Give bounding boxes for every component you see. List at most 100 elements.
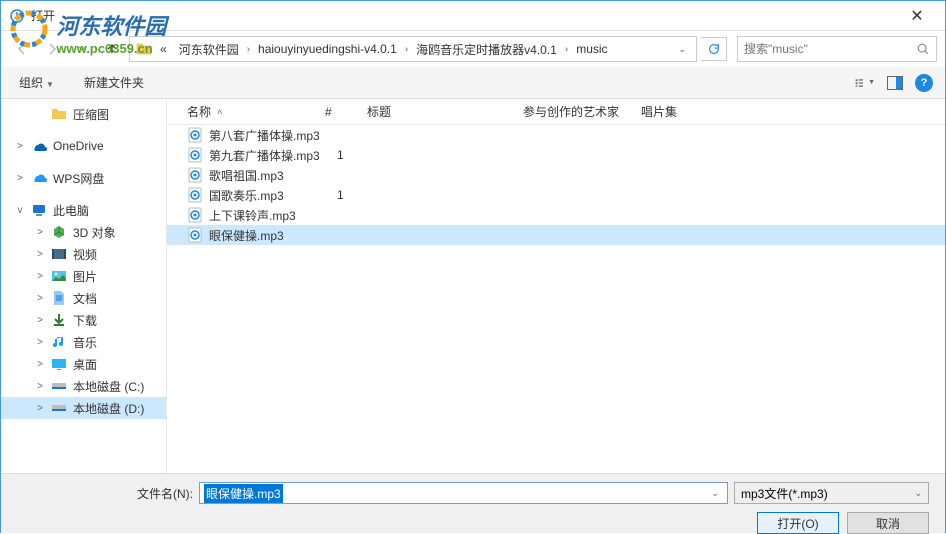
view-options-button[interactable]: ▼ [855,73,875,93]
tree-item-disk[interactable]: >本地磁盘 (C:) [1,375,166,397]
column-name[interactable]: 名称˄ [167,99,315,124]
tree-item-disk[interactable]: >本地磁盘 (D:) [1,397,166,419]
tree-item-3d[interactable]: >3D 对象 [1,221,166,243]
pictures-icon [51,268,67,284]
column-artist[interactable]: 参与创作的艺术家 [513,99,631,124]
column-number[interactable]: # [315,99,357,124]
chevron-down-icon: ⌄ [914,488,922,499]
tree-label: 视频 [73,246,97,263]
organize-menu[interactable]: 组织▼ [13,70,60,95]
bottom-bar: 文件名(N): 眼保健操.mp3 ⌄ mp3文件(*.mp3) ⌄ 打开(O) … [1,473,945,533]
audio-file-icon [187,207,203,223]
crumb-prefix: « [156,40,171,58]
file-row[interactable]: 第九套广播体操.mp31 [167,145,945,165]
tree-item-desktop[interactable]: >桌面 [1,353,166,375]
column-album[interactable]: 唱片集 [631,99,731,124]
file-name: 上下课铃声.mp3 [209,207,331,224]
3d-icon [51,224,67,240]
chevron-right-icon: › [565,44,568,55]
tree-item-pictures[interactable]: >图片 [1,265,166,287]
tree-label: WPS网盘 [53,170,104,187]
tree-item-wps[interactable]: >WPS网盘 [1,167,166,189]
close-button[interactable]: ✕ [897,2,937,30]
filetype-filter[interactable]: mp3文件(*.mp3) ⌄ [734,482,929,504]
breadcrumb[interactable]: 河东软件园 [175,39,243,60]
disk-icon [51,378,67,394]
search-input[interactable] [744,42,916,56]
tree-label: OneDrive [53,139,104,153]
tree-item-onedrive[interactable]: >OneDrive [1,135,166,157]
file-row[interactable]: 歌唱祖国.mp3 [167,165,945,185]
filename-label: 文件名(N): [137,485,193,502]
file-row[interactable]: 上下课铃声.mp3 [167,205,945,225]
file-name: 第八套广播体操.mp3 [209,127,331,144]
tree-label: 压缩图 [73,106,109,123]
open-button[interactable]: 打开(O) [757,512,839,534]
downloads-icon [51,312,67,328]
audio-file-icon [187,167,203,183]
video-icon [51,246,67,262]
docs-icon [51,290,67,306]
file-name: 第九套广播体操.mp3 [209,147,331,164]
tree-item-docs[interactable]: >文档 [1,287,166,309]
tree-item-video[interactable]: >视频 [1,243,166,265]
tree-label: 音乐 [73,334,97,351]
titlebar: 打开 ✕ [1,1,945,31]
file-row[interactable]: 第八套广播体操.mp3 [167,125,945,145]
tree-label: 此电脑 [53,202,89,219]
disk-icon [51,400,67,416]
tree-label: 本地磁盘 (D:) [73,400,144,417]
audio-file-icon [187,187,203,203]
back-button[interactable] [9,36,35,62]
breadcrumb[interactable]: music [572,40,611,58]
list-header: 名称˄ # 标题 参与创作的艺术家 唱片集 [167,99,945,125]
pc-icon [31,202,47,218]
up-button[interactable] [99,36,125,62]
filename-value: 眼保健操.mp3 [204,484,283,503]
tree-item-folder[interactable]: 压缩图 [1,103,166,125]
tree-label: 下载 [73,312,97,329]
folder-icon [136,41,152,57]
nav-row: « 河东软件园 › haiouyinyuedingshi-v4.0.1 › 海鸥… [1,31,945,67]
window-title: 打开 [31,7,897,24]
tree-label: 图片 [73,268,97,285]
address-dropdown[interactable]: ⌄ [674,44,690,55]
file-name: 眼保健操.mp3 [209,227,331,244]
tree-item-music[interactable]: >音乐 [1,331,166,353]
audio-file-icon [187,147,203,163]
wps-icon [31,170,47,186]
file-name: 国歌奏乐.mp3 [209,187,331,204]
music-icon [51,334,67,350]
audio-file-icon [187,127,203,143]
audio-file-icon [187,227,203,243]
search-box[interactable] [737,36,937,62]
folder-icon [51,106,67,122]
app-icon [9,8,25,24]
help-button[interactable]: ? [915,74,933,92]
tree-item-downloads[interactable]: >下载 [1,309,166,331]
filename-dropdown[interactable]: ⌄ [707,488,723,499]
tree-label: 桌面 [73,356,97,373]
address-bar[interactable]: « 河东软件园 › haiouyinyuedingshi-v4.0.1 › 海鸥… [129,36,697,62]
sidebar: 压缩图 >OneDrive >WPS网盘 v此电脑>3D 对象>视频>图片>文档>下载… [1,99,167,473]
chevron-right-icon: › [247,44,250,55]
breadcrumb[interactable]: 海鸥音乐定时播放器v4.0.1 [412,39,561,60]
forward-button[interactable] [39,36,65,62]
file-name: 歌唱祖国.mp3 [209,167,331,184]
desktop-icon [51,356,67,372]
preview-pane-button[interactable] [885,73,905,93]
onedrive-icon [31,138,47,154]
refresh-button[interactable] [701,37,727,61]
cancel-button[interactable]: 取消 [847,512,929,534]
tree-label: 3D 对象 [73,224,116,241]
file-list: 名称˄ # 标题 参与创作的艺术家 唱片集 第八套广播体操.mp3第九套广播体操… [167,99,945,473]
chevron-right-icon: › [405,44,408,55]
filename-input[interactable]: 眼保健操.mp3 ⌄ [199,482,728,504]
recent-button[interactable] [69,36,95,62]
file-row[interactable]: 国歌奏乐.mp31 [167,185,945,205]
column-title[interactable]: 标题 [357,99,513,124]
new-folder-button[interactable]: 新建文件夹 [78,70,150,95]
tree-item-pc[interactable]: v此电脑 [1,199,166,221]
breadcrumb[interactable]: haiouyinyuedingshi-v4.0.1 [254,40,401,58]
file-row[interactable]: 眼保健操.mp3 [167,225,945,245]
